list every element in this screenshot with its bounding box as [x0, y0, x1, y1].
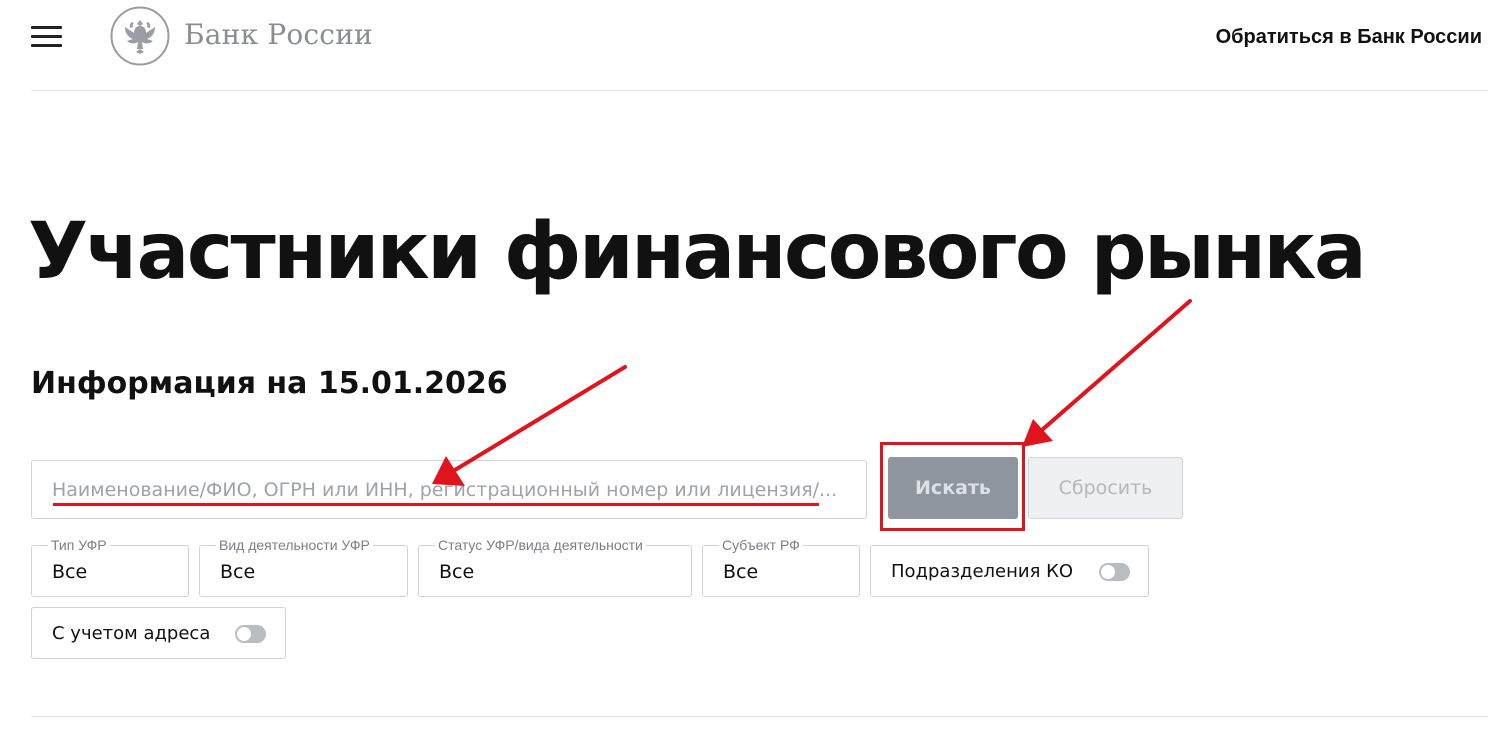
filter-value: Все: [723, 561, 759, 583]
bank-emblem-icon[interactable]: [110, 6, 170, 66]
filter-label: Вид деятельности УФР: [216, 537, 373, 553]
search-input[interactable]: [52, 461, 852, 518]
filter-status[interactable]: Статус УФР/вида деятельности Все: [418, 537, 692, 597]
filter-ufr-type[interactable]: Тип УФР Все: [31, 537, 189, 597]
filter-label: Тип УФР: [48, 537, 110, 553]
filter-label: Статус УФР/вида деятельности: [435, 537, 646, 553]
filter-label: Субъект РФ: [719, 537, 803, 553]
annotation-arrow-line: [1040, 299, 1192, 432]
toggle-switch[interactable]: [1099, 563, 1130, 581]
toggle-switch[interactable]: [235, 625, 266, 643]
filter-value: Все: [439, 561, 475, 583]
hamburger-menu-icon[interactable]: [31, 26, 62, 48]
filter-activity-type[interactable]: Вид деятельности УФР Все: [199, 537, 408, 597]
filter-region[interactable]: Субъект РФ Все: [702, 537, 860, 597]
search-field[interactable]: [31, 460, 867, 519]
logo-text[interactable]: Банк России: [184, 18, 373, 51]
filter-value: Все: [52, 561, 88, 583]
annotation-underline: [53, 503, 819, 506]
reset-button[interactable]: Сбросить: [1028, 457, 1183, 519]
toggle-label: С учетом адреса: [52, 623, 211, 644]
header-divider: [31, 90, 1488, 91]
filter-value: Все: [220, 561, 256, 583]
contact-bank-link[interactable]: Обратиться в Банк России: [1216, 26, 1482, 49]
bottom-divider: [31, 716, 1488, 717]
annotation-arrowhead: [1022, 419, 1053, 447]
toggle-label: Подразделения КО: [891, 561, 1074, 582]
toggle-ko-divisions[interactable]: Подразделения КО: [870, 545, 1149, 597]
annotation-highlight-box: [880, 442, 1025, 531]
page-title: Участники финансового рынка: [28, 207, 1367, 297]
info-date-heading: Информация на 15.01.2026: [31, 366, 508, 401]
toggle-address[interactable]: С учетом адреса: [31, 607, 286, 659]
